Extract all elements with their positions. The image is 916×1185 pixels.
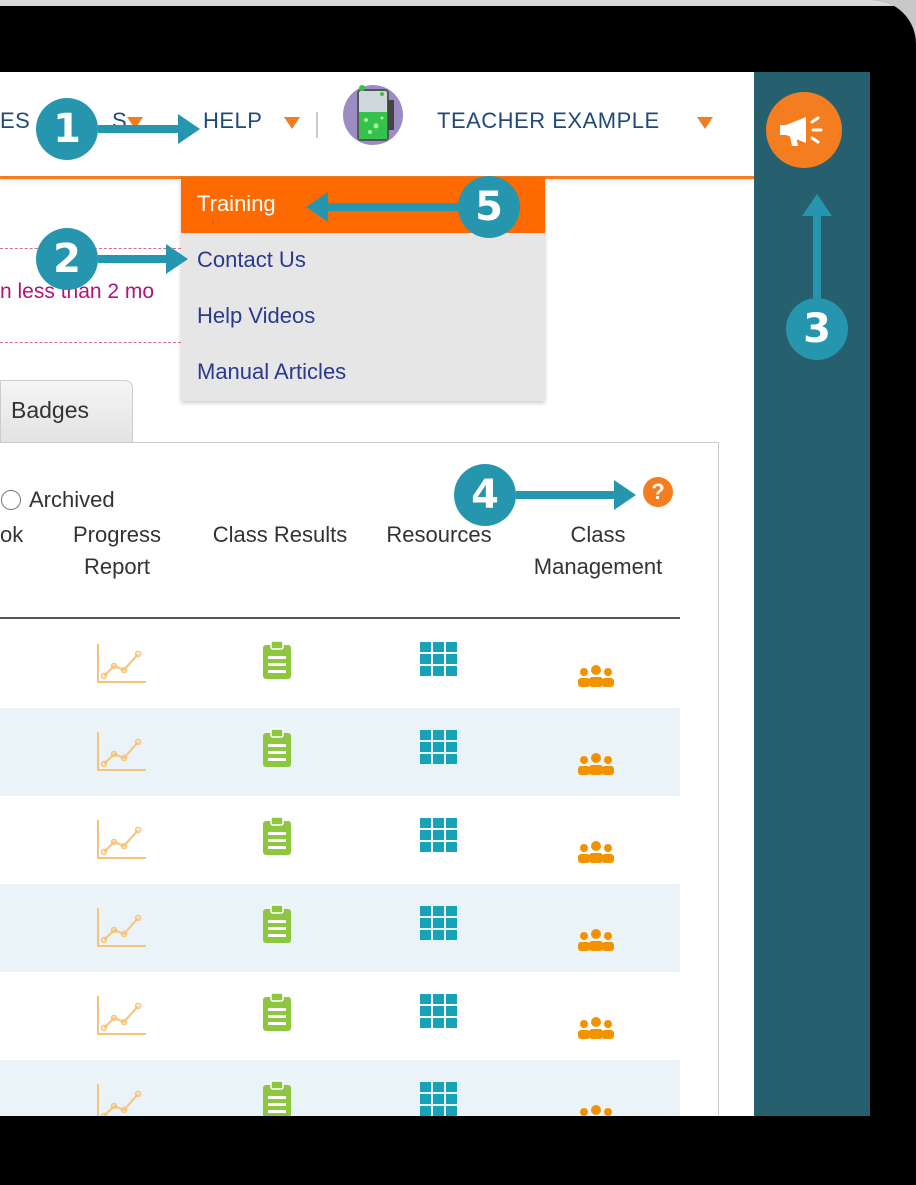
question-icon[interactable]: ? — [643, 477, 673, 507]
app-screen: ES S HELP TEACHER EXAMPLE n less than 2 … — [0, 72, 754, 1116]
notice-border-bottom — [0, 342, 181, 343]
clipboard-icon[interactable] — [262, 1080, 292, 1116]
archived-label: Archived — [29, 487, 115, 512]
megaphone-icon — [780, 116, 823, 146]
grid-icon[interactable] — [420, 818, 458, 857]
grid-icon[interactable] — [420, 730, 458, 769]
grid-icon[interactable] — [420, 994, 458, 1033]
arrow-right-icon — [166, 244, 188, 274]
clipboard-icon[interactable] — [262, 816, 292, 861]
chart-icon[interactable] — [94, 1082, 148, 1116]
device-frame: ES S HELP TEACHER EXAMPLE n less than 2 … — [0, 0, 916, 1185]
callout-badge-2: 2 — [36, 228, 98, 290]
menu-item-training-label: Training — [197, 191, 276, 216]
grid-icon[interactable] — [420, 642, 458, 681]
grid-icon[interactable] — [420, 1082, 458, 1116]
menu-item-manual-articles[interactable]: Manual Articles — [181, 345, 545, 401]
menu-item-manual-articles-label: Manual Articles — [197, 359, 347, 384]
user-caret-icon[interactable] — [697, 117, 713, 129]
classes-panel: Archived ? ok Progress Report Class Resul… — [0, 442, 719, 1116]
header-divider — [0, 617, 680, 619]
device-bezel-edge — [0, 0, 916, 6]
arrow-left-icon — [306, 192, 328, 222]
column-header-class-management[interactable]: Class Management — [516, 519, 680, 583]
chart-icon[interactable] — [94, 994, 148, 1043]
help-caret-icon[interactable] — [284, 117, 300, 129]
clipboard-icon[interactable] — [262, 728, 292, 773]
grid-icon[interactable] — [420, 906, 458, 945]
chart-icon[interactable] — [94, 818, 148, 867]
chart-icon[interactable] — [94, 642, 148, 691]
callout-badge-1: 1 — [36, 98, 98, 160]
callout-badge-5: 5 — [458, 176, 520, 238]
tab-badges[interactable]: Badges — [0, 380, 133, 443]
callout-arrow-5 — [326, 203, 460, 211]
table-row — [0, 796, 680, 884]
right-sidebar — [754, 72, 870, 1116]
callout-arrow-3 — [813, 212, 821, 298]
avatar[interactable] — [342, 80, 404, 150]
clipboard-icon[interactable] — [262, 904, 292, 949]
clipboard-icon[interactable] — [262, 640, 292, 685]
device-bezel-bottom — [0, 1116, 916, 1185]
callout-badge-3: 3 — [786, 298, 848, 360]
users-icon[interactable] — [577, 928, 615, 957]
users-icon[interactable] — [577, 664, 615, 693]
chart-icon[interactable] — [94, 730, 148, 779]
user-menu-trigger[interactable]: TEACHER EXAMPLE — [437, 108, 660, 134]
help-menu-trigger[interactable]: HELP — [203, 108, 262, 134]
table-row — [0, 972, 680, 1060]
chart-icon[interactable] — [94, 906, 148, 955]
table-row — [0, 884, 680, 972]
nav-item-partial[interactable]: ES — [0, 108, 30, 134]
arrow-up-icon — [802, 194, 832, 216]
column-header-gradebook[interactable]: ok — [0, 519, 40, 551]
callout-arrow-4 — [516, 491, 616, 499]
arrow-right-icon — [178, 114, 200, 144]
users-icon[interactable] — [577, 1104, 615, 1116]
tab-badges-label: Badges — [11, 397, 90, 423]
table-row — [0, 708, 680, 796]
menu-item-help-videos[interactable]: Help Videos — [181, 289, 545, 345]
callout-badge-4: 4 — [454, 464, 516, 526]
column-header-class-results[interactable]: Class Results — [200, 519, 360, 551]
callout-arrow-1 — [98, 125, 180, 133]
column-header-progress-report[interactable]: Progress Report — [52, 519, 182, 583]
users-icon[interactable] — [577, 1016, 615, 1045]
table-row — [0, 620, 680, 708]
menu-item-help-videos-label: Help Videos — [197, 303, 316, 328]
archived-radio[interactable] — [1, 490, 21, 510]
menu-item-contact-us-label: Contact Us — [197, 247, 306, 272]
users-icon[interactable] — [577, 840, 615, 869]
nav-divider — [316, 112, 318, 138]
arrow-right-icon — [614, 480, 636, 510]
users-icon[interactable] — [577, 752, 615, 781]
menu-item-contact-us[interactable]: Contact Us — [181, 233, 545, 289]
callout-arrow-2 — [98, 255, 168, 263]
table-row — [0, 1060, 680, 1116]
clipboard-icon[interactable] — [262, 992, 292, 1037]
announcements-button[interactable] — [766, 92, 842, 168]
